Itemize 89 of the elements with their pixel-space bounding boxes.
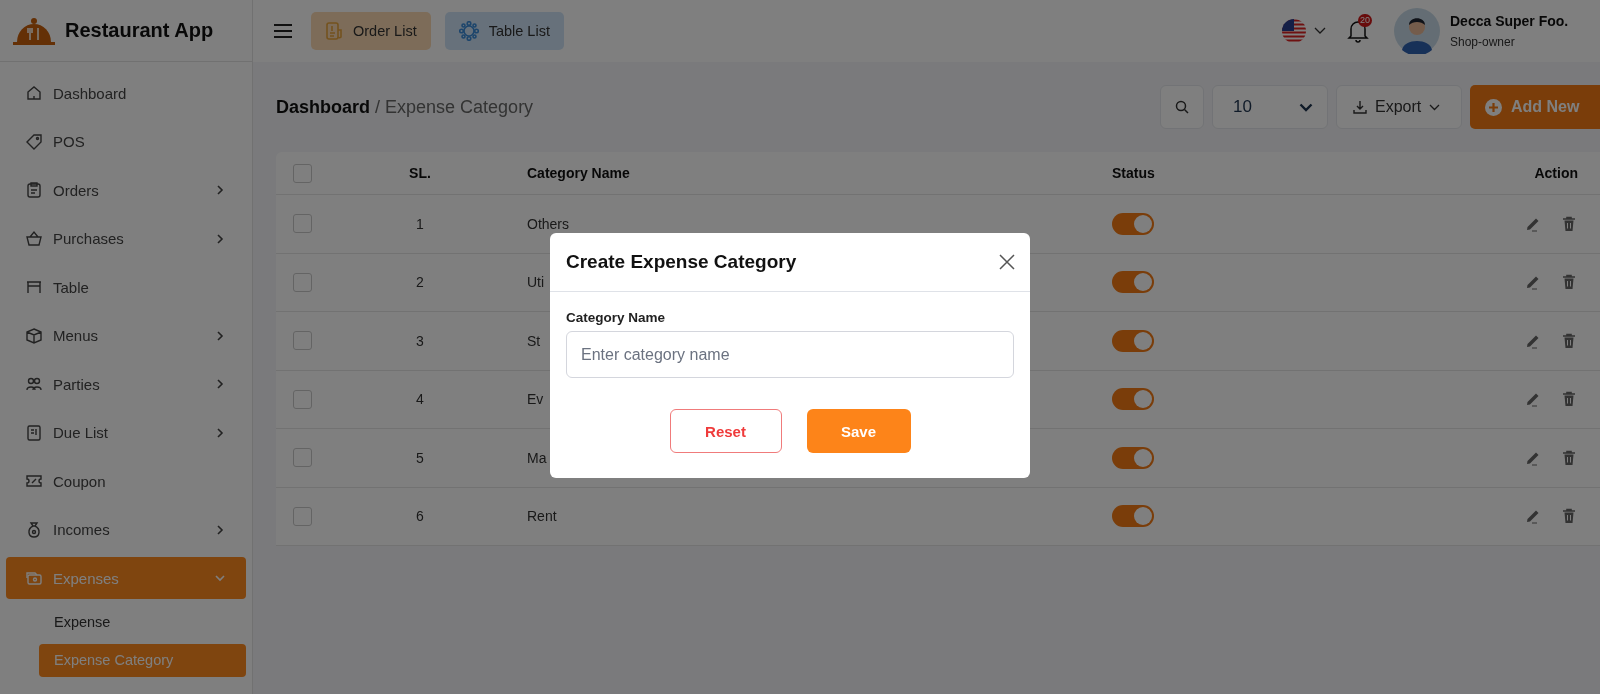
status-toggle[interactable] (1112, 505, 1154, 528)
clipboard-icon (25, 181, 43, 199)
breadcrumb: Dashboard / Expense Category (276, 96, 534, 118)
table-cell-text: Rent (526, 508, 558, 525)
search-button[interactable] (1160, 85, 1204, 129)
notification-badge: 20 (1358, 14, 1372, 27)
row-checkbox[interactable] (293, 214, 312, 234)
reset-button[interactable]: Reset (669, 409, 782, 453)
table-cell-text: Ma (526, 449, 548, 466)
sidebar-item[interactable]: POS (6, 120, 246, 163)
download-icon (1353, 100, 1367, 114)
column-header: Status (1111, 165, 1156, 181)
status-toggle[interactable] (1112, 271, 1154, 294)
column-header: Category Name (526, 165, 631, 181)
sidebar-item[interactable]: Orders (6, 169, 246, 211)
user-role: Shop-owner (1450, 35, 1516, 49)
wallet-icon (25, 569, 43, 587)
trash-icon[interactable] (1562, 215, 1576, 232)
moneybag-icon (25, 520, 43, 539)
row-checkbox[interactable] (293, 272, 312, 292)
search-icon (1175, 100, 1189, 114)
trash-icon[interactable] (1562, 391, 1576, 408)
edit-icon[interactable] (1525, 274, 1541, 291)
receipt-icon (325, 21, 343, 41)
row-checkbox[interactable] (293, 506, 312, 526)
nav-button[interactable]: Order List (311, 12, 431, 50)
cloche-logo-icon (11, 15, 57, 46)
tag-icon (25, 132, 43, 151)
table-cell-text: 6 (415, 508, 425, 525)
sidebar-item[interactable]: Menus (6, 314, 246, 357)
status-toggle[interactable] (1112, 446, 1154, 469)
column-header: SL. (408, 165, 432, 181)
table-cell-text: 5 (415, 449, 425, 466)
table-cell-text: 1 (415, 215, 425, 232)
trash-icon[interactable] (1562, 449, 1576, 466)
row-checkbox[interactable] (293, 448, 312, 468)
row-checkbox[interactable] (293, 389, 312, 409)
avatar[interactable] (1394, 8, 1440, 54)
round-table-icon (458, 21, 479, 41)
receipt-icon (25, 423, 43, 442)
nav-button[interactable]: Table List (444, 12, 564, 50)
box-icon (25, 326, 43, 345)
sidebar-item[interactable]: Purchases (6, 217, 246, 260)
save-button[interactable]: Save (806, 409, 911, 453)
category-name-field[interactable]: Enter category name (566, 331, 1014, 378)
home-icon (25, 84, 43, 102)
dialog-title: Create Expense Category (566, 251, 797, 273)
ticket-icon (25, 472, 43, 490)
table-cell-text: Ev (526, 391, 545, 408)
status-toggle[interactable] (1112, 329, 1154, 352)
chevron-down-icon[interactable] (1314, 27, 1326, 35)
edit-icon[interactable] (1525, 391, 1541, 408)
table-cell-text: Uti (526, 274, 546, 291)
select-all-checkbox[interactable] (293, 163, 312, 183)
status-toggle[interactable] (1112, 212, 1154, 235)
user-name: Decca Super Foo. (1450, 13, 1570, 29)
status-toggle[interactable] (1112, 388, 1154, 411)
sidebar-subitem[interactable]: Expense (39, 605, 246, 639)
sidebar-item[interactable]: Parties (6, 363, 246, 405)
table-cell-text: St (526, 332, 542, 349)
chevron-down-icon (1429, 103, 1441, 111)
sidebar-item[interactable]: Dashboard (6, 72, 246, 114)
app-name: Restaurant App (65, 19, 214, 42)
plus-circle-icon (1485, 98, 1502, 116)
trash-icon[interactable] (1562, 332, 1576, 349)
us-flag-icon[interactable] (1282, 19, 1306, 43)
sidebar-item[interactable]: Incomes (6, 508, 246, 551)
sidebar-item[interactable]: Coupon (6, 460, 246, 502)
page-size-select[interactable]: 10 (1212, 85, 1328, 129)
table-cell-text: Others (526, 215, 570, 232)
column-header: Action (1533, 165, 1579, 181)
close-icon[interactable] (999, 254, 1015, 270)
table-cell-text: 2 (415, 274, 425, 291)
chevron-down-icon (1299, 102, 1313, 112)
people-icon (25, 375, 43, 393)
field-label: Category Name (566, 310, 667, 325)
basket-icon (25, 229, 43, 248)
sidebar-item[interactable]: Due List (6, 411, 246, 454)
row-checkbox[interactable] (293, 331, 312, 351)
export-button[interactable]: Export (1336, 85, 1462, 129)
edit-icon[interactable] (1525, 508, 1541, 525)
table-icon (25, 278, 43, 296)
trash-icon[interactable] (1562, 508, 1576, 525)
trash-icon[interactable] (1562, 274, 1576, 291)
menu-icon[interactable] (273, 23, 293, 39)
table-cell-text: 3 (415, 332, 425, 349)
add-new-button[interactable]: Add New (1470, 85, 1600, 129)
table-cell-text: 4 (415, 391, 425, 408)
sidebar-item[interactable]: Table (6, 266, 246, 308)
